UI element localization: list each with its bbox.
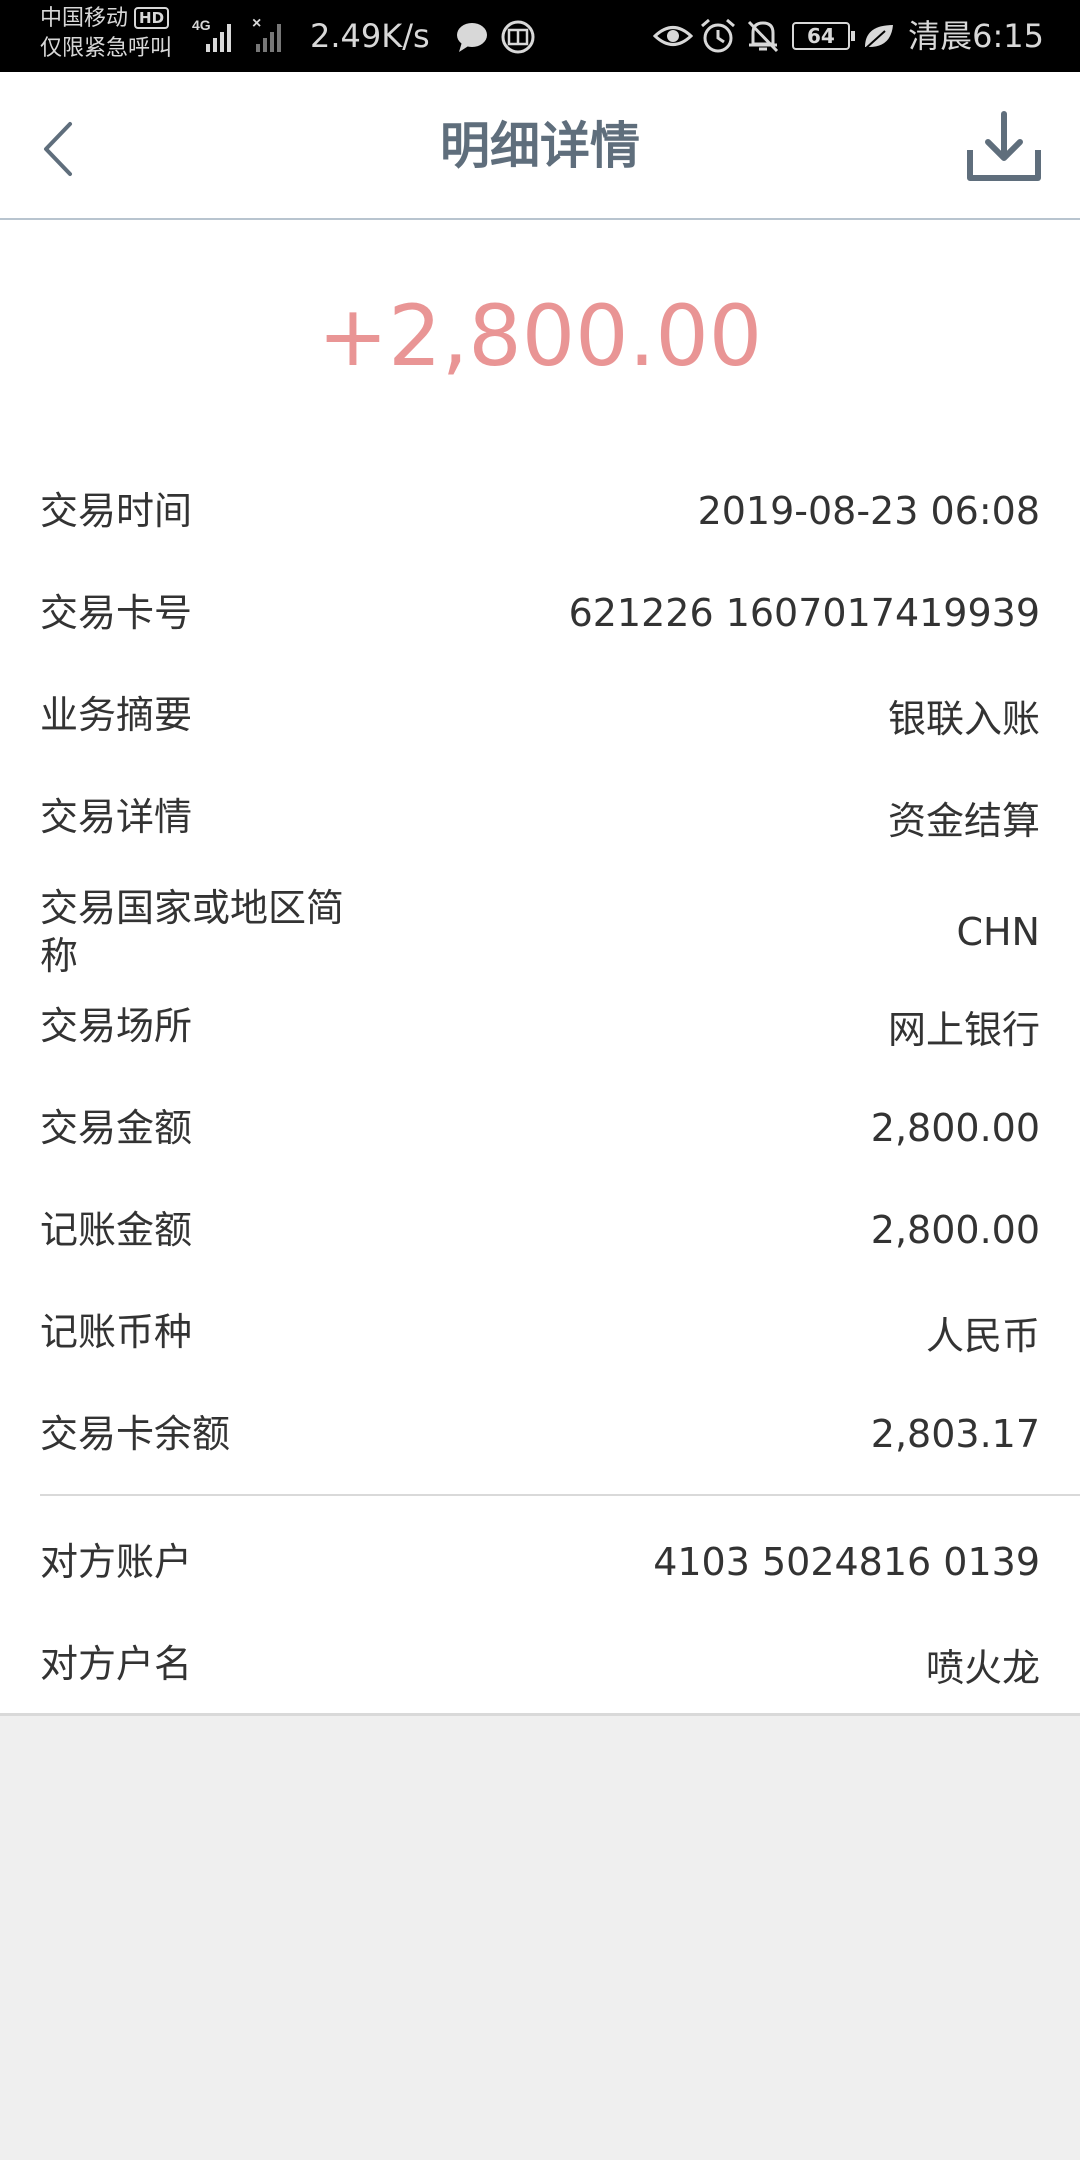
- page-title: 明细详情: [440, 117, 640, 175]
- detail-value: 2,803.17: [870, 1412, 1040, 1456]
- mute-bell-icon: [747, 20, 778, 53]
- detail-label: 交易时间: [40, 489, 193, 533]
- alarm-icon: [700, 18, 735, 53]
- detail-row-summary: 业务摘要 银联入账: [40, 675, 1040, 755]
- detail-value: 网上银行: [887, 1007, 1040, 1052]
- carrier-info: 中国移动 HD 仅限紧急呼叫: [40, 4, 172, 64]
- carrier-name: 中国移动: [40, 6, 129, 31]
- detail-value: CHN: [956, 910, 1040, 954]
- notification-icons: [457, 20, 535, 54]
- clock: 清晨6:15: [908, 17, 1044, 55]
- detail-value: 人民币: [925, 1313, 1040, 1358]
- download-button[interactable]: [964, 108, 1044, 188]
- status-right: 64 清晨6:15: [652, 14, 1044, 58]
- status-bar: 中国移动 HD 仅限紧急呼叫 4G × 2.49K/s 64 清晨6:15: [0, 0, 1080, 72]
- download-icon: [967, 111, 1041, 181]
- detail-row-country: 交易国家或地区简称 CHN: [40, 880, 1040, 984]
- detail-row-trade-amount: 交易金额 2,800.00: [40, 1088, 1040, 1168]
- detail-label: 交易卡余额: [40, 1412, 231, 1456]
- detail-value: 资金结算: [887, 798, 1040, 843]
- detail-row-currency: 记账币种 人民币: [40, 1292, 1040, 1372]
- detail-row-counter-account: 对方账户 4103 5024816 0139: [40, 1522, 1040, 1602]
- leaf-icon: [864, 25, 894, 50]
- detail-row-time: 交易时间 2019-08-23 06:08: [40, 471, 1040, 551]
- detail-label: 对方账户: [40, 1540, 193, 1584]
- detail-label: 对方户名: [40, 1642, 193, 1686]
- section-divider: [40, 1494, 1080, 1496]
- hd-badge: HD: [134, 7, 170, 29]
- detail-label: 交易详情: [40, 795, 193, 839]
- detail-value: 2019-08-23 06:08: [697, 489, 1040, 533]
- detail-value: 银联入账: [887, 696, 1040, 741]
- detail-row-card-number: 交易卡号 621226 1607017419939: [40, 573, 1040, 653]
- emergency-text: 仅限紧急呼叫: [40, 36, 173, 61]
- svg-text:×: ×: [252, 15, 261, 32]
- detail-row-counter-name: 对方户名 喷火龙: [40, 1624, 1040, 1704]
- chat-bubble-icon: [457, 23, 487, 52]
- app-header: 明细详情: [0, 72, 1080, 220]
- detail-label: 记账金额: [40, 1208, 193, 1252]
- detail-label: 业务摘要: [40, 693, 193, 737]
- eye-icon: [652, 26, 693, 46]
- network-speed: 2.49K/s: [310, 17, 430, 55]
- detail-row-booking-amount: 记账金额 2,800.00: [40, 1190, 1040, 1270]
- detail-value: 621226 1607017419939: [568, 591, 1040, 635]
- battery-icon: 64: [791, 22, 855, 50]
- detail-value: 喷火龙: [925, 1645, 1040, 1690]
- detail-label: 记账币种: [40, 1310, 193, 1354]
- detail-row-venue: 交易场所 网上银行: [40, 986, 1040, 1066]
- detail-label: 交易国家或地区简称: [40, 886, 345, 978]
- signal-icon: 4G ×: [192, 15, 281, 52]
- transaction-amount: +2,800.00: [317, 287, 763, 385]
- detail-row-details: 交易详情 资金结算: [40, 777, 1040, 857]
- detail-card: +2,800.00 交易时间 2019-08-23 06:08 交易卡号 621…: [0, 220, 1080, 1716]
- detail-value: 2,800.00: [870, 1106, 1040, 1150]
- bank-app-icon: [501, 20, 535, 54]
- net-type-label: 4G: [192, 17, 211, 33]
- detail-row-balance: 交易卡余额 2,803.17: [40, 1394, 1040, 1474]
- detail-label: 交易金额: [40, 1106, 193, 1150]
- detail-value: 2,800.00: [870, 1208, 1040, 1252]
- detail-value: 4103 5024816 0139: [653, 1540, 1040, 1584]
- detail-label: 交易卡号: [40, 591, 193, 635]
- detail-label: 交易场所: [40, 1004, 193, 1048]
